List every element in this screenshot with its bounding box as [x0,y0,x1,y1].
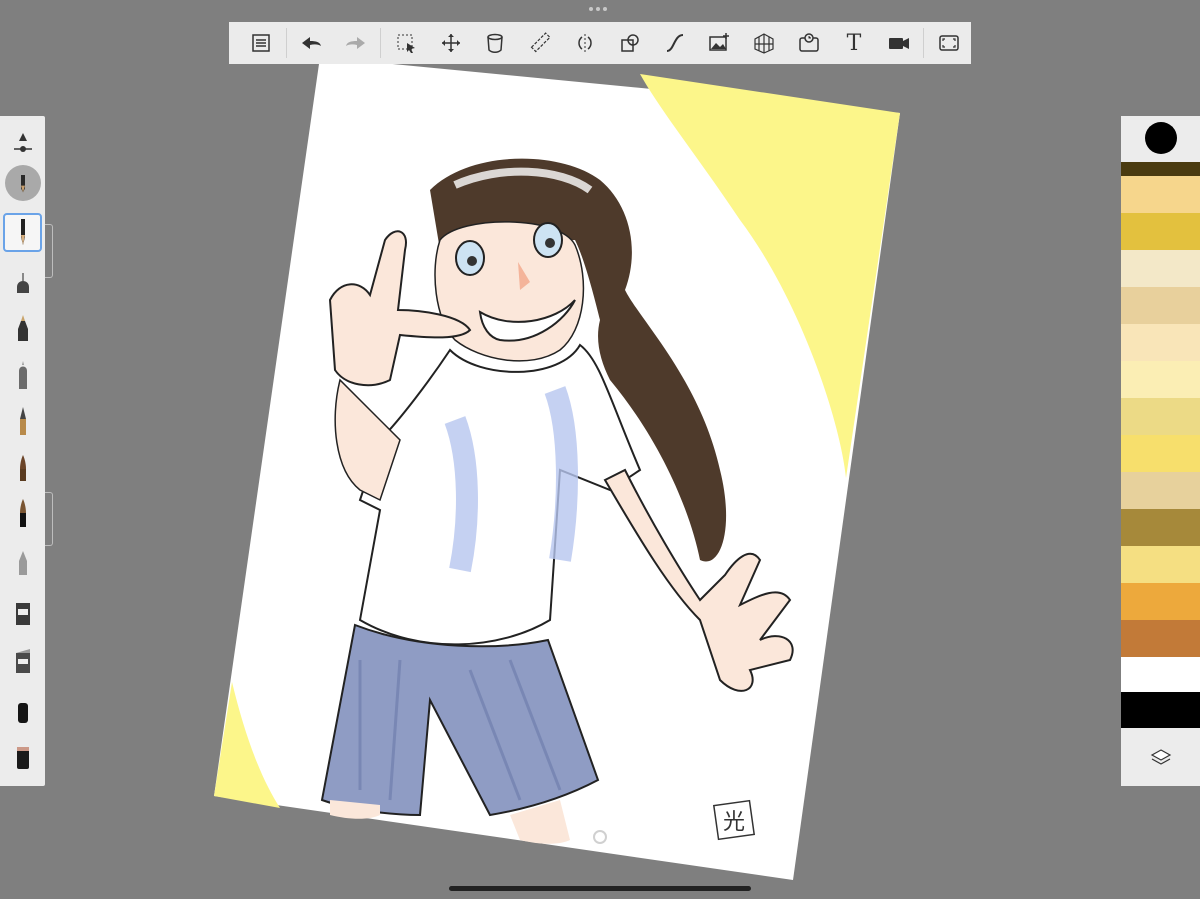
redo-icon[interactable] [334,22,379,64]
chisel-marker-icon[interactable] [4,642,41,679]
color-swatch[interactable] [1121,398,1200,435]
color-swatch[interactable] [1121,583,1200,620]
signature-text: 光 [723,810,745,835]
home-indicator[interactable] [449,886,751,891]
toolbar-grabber[interactable] [589,7,607,11]
artwork: 光 [214,57,900,880]
wide-marker-icon[interactable] [4,738,41,775]
hard-eraser-icon[interactable] [4,692,41,729]
color-swatch[interactable] [1121,546,1200,583]
fill-bucket-icon[interactable] [473,22,518,64]
soft-eraser-icon[interactable] [4,544,41,581]
inking-pen-icon[interactable] [4,310,41,347]
ballpoint-pen-icon[interactable] [4,356,41,393]
brush-size-slider-icon[interactable] [4,126,41,163]
undo-icon[interactable] [289,22,334,64]
pencil-brush-icon[interactable] [3,213,42,252]
color-swatch[interactable] [1121,509,1200,546]
transform-icon[interactable] [428,22,473,64]
color-swatch[interactable] [1121,657,1200,692]
brush-panel-tab-top[interactable] [45,224,53,278]
fullscreen-icon[interactable] [926,22,971,64]
ink-brush-icon[interactable] [4,494,41,531]
symmetry-icon[interactable] [563,22,608,64]
brush-panel-tab-bottom[interactable] [45,492,53,546]
brush-palette [0,116,45,786]
color-swatch[interactable] [1121,692,1200,728]
paint-brush-icon[interactable] [4,448,41,485]
color-swatch[interactable] [1121,324,1200,361]
perspective-grid-icon[interactable] [742,22,787,64]
record-video-icon[interactable] [876,22,921,64]
layers-icon[interactable] [1121,728,1200,786]
ruler-icon[interactable] [518,22,563,64]
color-swatch[interactable] [1121,435,1200,472]
brush-preview-icon[interactable] [4,164,41,201]
current-color-swatch[interactable] [1121,116,1200,160]
color-swatch[interactable] [1121,213,1200,250]
menu-list-icon[interactable] [239,22,284,64]
marker-icon[interactable] [4,594,41,631]
drawing-canvas[interactable]: 光 [0,0,1200,899]
color-swatch[interactable] [1121,250,1200,287]
color-swatch[interactable] [1121,176,1200,213]
timelapse-icon[interactable] [787,22,832,64]
curve-icon[interactable] [652,22,697,64]
color-palette [1121,116,1200,786]
airbrush-icon[interactable] [4,264,41,301]
add-image-icon[interactable] [697,22,742,64]
fountain-pen-icon[interactable] [4,402,41,439]
selection-icon[interactable] [383,22,428,64]
color-swatch[interactable] [1121,361,1200,398]
color-swatch[interactable] [1121,472,1200,509]
color-swatch[interactable] [1121,162,1200,176]
color-swatch[interactable] [1121,620,1200,657]
text-tool-icon[interactable]: T [832,22,877,64]
shapes-icon[interactable] [607,22,652,64]
color-swatch[interactable] [1121,287,1200,324]
top-toolbar: T [229,22,971,64]
